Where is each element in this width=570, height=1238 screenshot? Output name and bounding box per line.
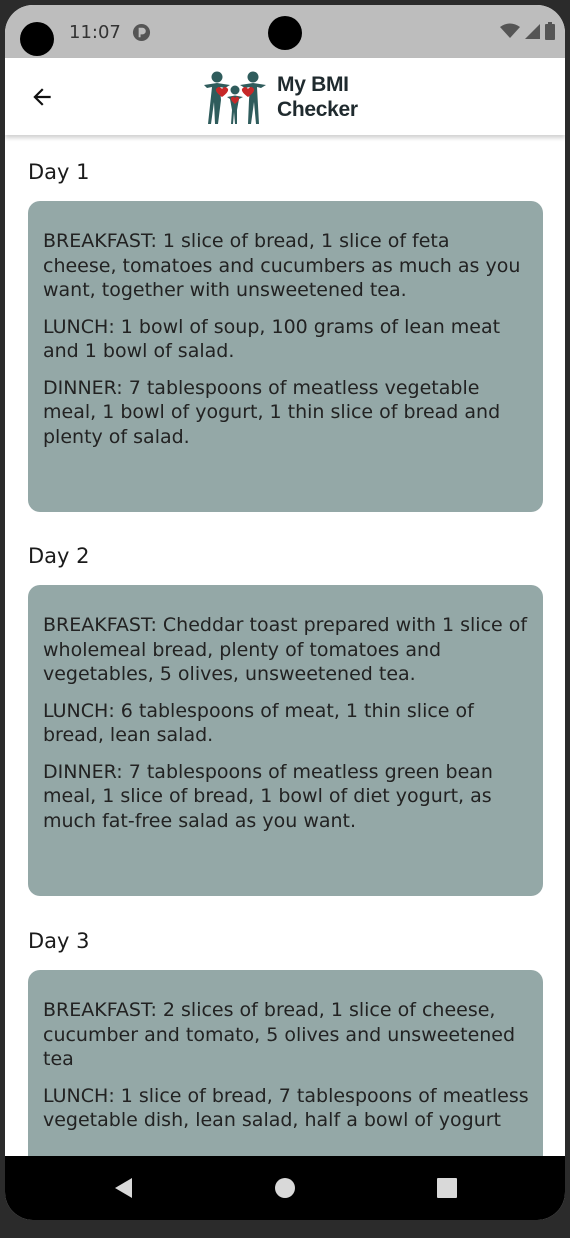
- status-bar: 11:07: [5, 5, 565, 58]
- day-3-title: Day 3: [28, 929, 90, 953]
- notification-dot: [20, 22, 54, 56]
- nav-home-icon[interactable]: [274, 1176, 296, 1200]
- brand-line-1: My BMI: [277, 73, 349, 96]
- back-arrow-icon[interactable]: [29, 84, 55, 110]
- front-camera: [268, 16, 302, 50]
- day-2-dinner: DINNER: 7 tablespoons of meatless green …: [43, 760, 493, 832]
- day-2-card: BREAKFAST: Cheddar toast prepared with 1…: [28, 585, 543, 896]
- day-1-dinner: DINNER: 7 tablespoons of meatless vegeta…: [43, 376, 501, 448]
- day-1-title: Day 1: [28, 160, 90, 184]
- nav-recents-icon[interactable]: [436, 1176, 458, 1200]
- app-notification-icon: [132, 23, 151, 42]
- day-1-breakfast: BREAKFAST: 1 slice of bread, 1 slice of …: [43, 230, 521, 301]
- app-brand-title: My BMI Checker: [277, 72, 358, 122]
- day-2-breakfast: BREAKFAST: Cheddar toast prepared with 1…: [43, 614, 528, 685]
- day-1-lunch: LUNCH: 1 bowl of soup, 100 grams of lean…: [43, 315, 501, 363]
- day-3-lunch: LUNCH: 1 slice of bread, 7 tablespoons o…: [43, 1084, 529, 1132]
- day-3-breakfast: BREAKFAST: 2 slices of bread, 1 slice of…: [43, 999, 516, 1070]
- day-2-lunch: LUNCH: 6 tablespoons of meat, 1 thin sli…: [43, 699, 474, 747]
- status-time: 11:07: [69, 22, 121, 43]
- day-1-card: BREAKFAST: 1 slice of bread, 1 slice of …: [28, 201, 543, 512]
- family-logo-icon: [204, 71, 266, 124]
- brand-line-2: Checker: [277, 98, 358, 121]
- phone-screen: 11:07 My BMI Checker Day 1 BREAKFAST: 1 …: [5, 5, 565, 1220]
- status-icons: [500, 22, 555, 40]
- system-nav-bar: [5, 1156, 565, 1220]
- diet-plan-list[interactable]: Day 1 BREAKFAST: 1 slice of bread, 1 sli…: [5, 135, 565, 1156]
- app-bar: My BMI Checker: [5, 58, 565, 135]
- battery-icon: [545, 22, 555, 40]
- nav-back-icon[interactable]: [112, 1176, 134, 1200]
- wifi-icon: [500, 23, 520, 38]
- signal-icon: [525, 23, 540, 39]
- day-2-title: Day 2: [28, 544, 90, 568]
- day-3-card: BREAKFAST: 2 slices of bread, 1 slice of…: [28, 970, 543, 1156]
